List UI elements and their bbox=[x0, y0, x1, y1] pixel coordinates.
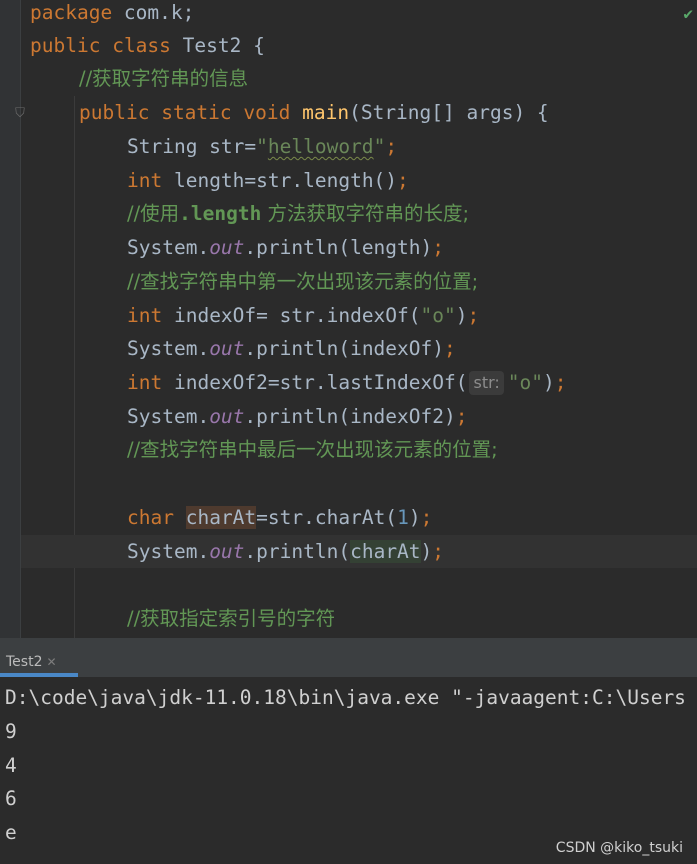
run-tab-bar: Test2 ✕ bbox=[0, 639, 697, 677]
code-line[interactable]: int length=str.length(); bbox=[127, 164, 409, 197]
check-icon[interactable]: ✔ bbox=[683, 4, 693, 23]
code-line[interactable]: String str="helloword"; bbox=[127, 130, 397, 163]
editor-gutter[interactable] bbox=[0, 0, 21, 638]
code-line[interactable]: int indexOf= str.indexOf("o"); bbox=[127, 299, 479, 332]
tab-test2[interactable]: Test2 ✕ bbox=[0, 639, 63, 677]
console-output-line: 6 bbox=[5, 787, 17, 810]
variable-highlight: charAt bbox=[350, 540, 421, 563]
code-line[interactable]: public static void main(String[] args) { bbox=[79, 96, 549, 129]
console-output-line: e bbox=[5, 821, 17, 844]
code-comment[interactable]: //使用.length 方法获取字符串的长度; bbox=[127, 197, 469, 230]
run-panel[interactable]: Test2 ✕ D:\code\java\jdk-11.0.18\bin\java… bbox=[0, 638, 697, 864]
code-line[interactable]: package com.k; bbox=[30, 0, 194, 29]
active-tab-indicator bbox=[0, 673, 78, 677]
console-output-line: 9 bbox=[5, 720, 17, 743]
code-line[interactable]: public class Test2 { bbox=[30, 29, 265, 62]
code-line[interactable]: System.out.println(indexOf); bbox=[127, 332, 456, 365]
code-line[interactable]: int indexOf2=str.lastIndexOf(str: "o"); bbox=[127, 366, 567, 399]
console-output-line: 4 bbox=[5, 754, 17, 777]
code-line[interactable]: System.out.println(indexOf2); bbox=[127, 400, 468, 433]
variable-highlight: charAt bbox=[185, 506, 257, 529]
watermark: CSDN @kiko_tsuki bbox=[555, 840, 683, 856]
console-command: D:\code\java\jdk-11.0.18\bin\java.exe "-… bbox=[5, 686, 686, 709]
code-line[interactable]: System.out.println(length); bbox=[127, 231, 444, 264]
code-line[interactable]: char charAt=str.charAt(1); bbox=[127, 501, 432, 534]
fold-marker-icon[interactable]: ⛉ bbox=[13, 106, 27, 122]
code-editor[interactable]: ⛉ ✔ package com.k; public class Test2 { … bbox=[0, 0, 697, 638]
code-comment[interactable]: //查找字符串中最后一次出现该元素的位置; bbox=[127, 433, 498, 466]
close-icon[interactable]: ✕ bbox=[46, 655, 56, 669]
code-line[interactable]: System.out.println(charAt); bbox=[127, 535, 444, 568]
code-comment[interactable]: //查找字符串中第一次出现该元素的位置; bbox=[127, 265, 478, 298]
code-comment[interactable]: //获取字符串的信息 bbox=[79, 62, 248, 95]
code-comment[interactable]: //获取指定索引号的字符 bbox=[127, 602, 335, 635]
parameter-hint: str: bbox=[469, 371, 504, 395]
